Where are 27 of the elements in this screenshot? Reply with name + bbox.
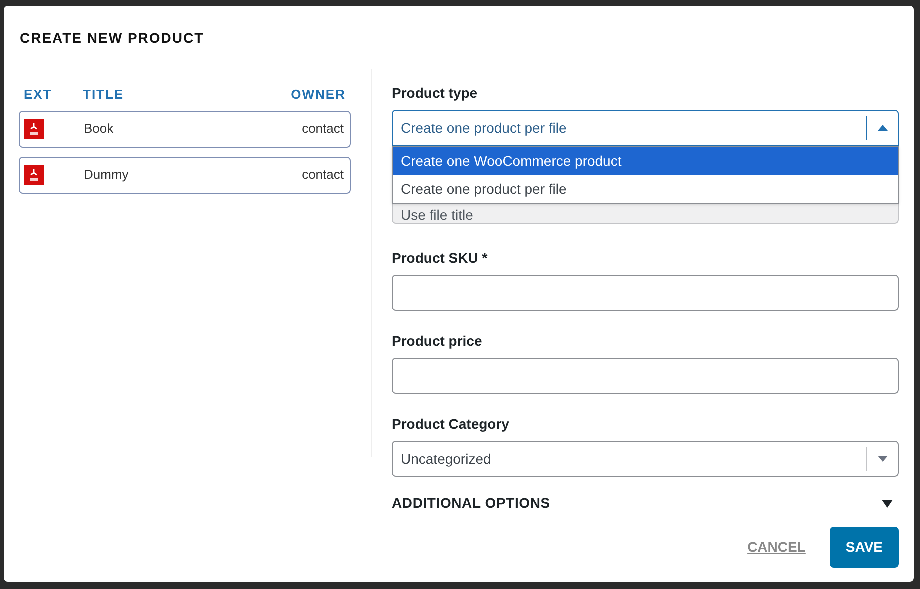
pdf-file-icon [24,165,44,185]
file-owner: contact [302,120,345,138]
input-field[interactable] [392,275,899,311]
column-header: EXT [24,86,54,104]
file-owner: contact [302,166,345,184]
caret-icon [882,500,893,508]
column-header: TITLE [83,86,126,104]
select-field[interactable]: Create one product per file [392,110,899,146]
field-label: Product SKU * [392,249,489,268]
field-label: Product type [392,84,479,103]
caret-icon [878,125,888,131]
select-field[interactable]: Uncategorized [392,441,899,477]
field-label: Product price [392,332,484,351]
additional-options-toggle[interactable]: ADDITIONAL OPTIONS [392,493,899,514]
column-header: OWNER [291,86,346,104]
file-title: Book [84,120,115,138]
save-button[interactable]: SAVE [830,527,899,568]
file-row[interactable]: Book contact [19,110,351,148]
file-row[interactable]: Dummy contact [19,156,351,194]
input-field[interactable] [392,358,899,394]
dropdown-option[interactable]: Create one WooCommerce product [393,147,898,175]
file-title: Dummy [84,166,130,184]
pdf-file-icon [24,119,44,139]
caret-icon [878,456,888,462]
field-label: Product Category [392,415,510,434]
cancel-link[interactable]: CANCEL [748,537,806,558]
dialog-title: CREATE NEW PRODUCT [19,29,206,48]
